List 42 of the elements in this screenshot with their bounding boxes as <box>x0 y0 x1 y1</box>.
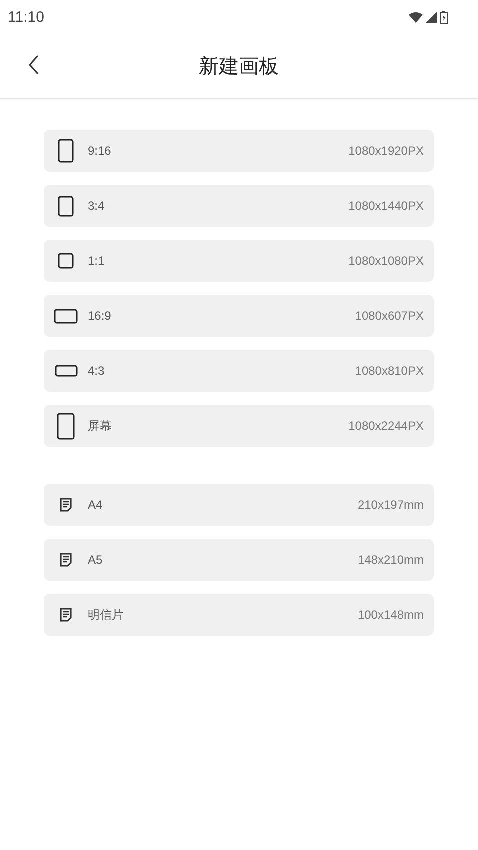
option-label: 明信片 <box>88 606 125 624</box>
status-time: 11:10 <box>8 8 44 26</box>
option-label: 4:3 <box>88 364 106 378</box>
frame-icon <box>58 139 74 163</box>
option-dimensions: 148x210mm <box>358 553 424 567</box>
option-label: 1:1 <box>88 254 106 268</box>
back-icon <box>28 55 40 75</box>
option-dimensions: 100x148mm <box>358 608 424 622</box>
option-dimensions: 210x197mm <box>358 498 424 512</box>
frame-icon <box>58 253 74 269</box>
document-icon <box>60 498 72 512</box>
option-label: A5 <box>88 553 104 567</box>
option-dimensions: 1080x1920PX <box>348 144 424 158</box>
canvas-size-option[interactable]: 1:1 1080x1080PX <box>44 240 434 282</box>
canvas-size-option[interactable]: 4:3 1080x810PX <box>44 350 434 392</box>
option-label: 屏幕 <box>88 418 113 434</box>
option-dimensions: 1080x1080PX <box>348 254 424 268</box>
option-dimensions: 1080x810PX <box>355 364 424 378</box>
document-icon <box>60 553 72 567</box>
canvas-size-option[interactable]: 16:9 1080x607PX <box>44 295 434 337</box>
option-label: 3:4 <box>88 199 106 213</box>
canvas-size-option[interactable]: 屏幕 1080x2244PX <box>44 405 434 447</box>
option-dimensions: 1080x607PX <box>355 309 424 323</box>
signal-icon <box>426 12 437 22</box>
canvas-size-option[interactable]: 9:16 1080x1920PX <box>44 130 434 172</box>
option-dimensions: 1080x1440PX <box>348 199 424 213</box>
canvas-size-option[interactable]: 3:4 1080x1440PX <box>44 185 434 227</box>
battery-icon <box>440 10 448 24</box>
option-label: A4 <box>88 498 104 512</box>
canvas-size-option[interactable]: A4 210x197mm <box>44 484 434 526</box>
option-label: 9:16 <box>88 144 112 158</box>
frame-icon <box>57 412 75 440</box>
document-icon <box>60 608 72 622</box>
wifi-icon <box>409 12 423 22</box>
frame-icon <box>54 365 78 377</box>
option-dimensions: 1080x2244PX <box>348 419 424 433</box>
canvas-size-option[interactable]: A5 148x210mm <box>44 539 434 581</box>
page-title: 新建画板 <box>199 52 279 80</box>
option-label: 16:9 <box>88 309 112 323</box>
canvas-size-option[interactable]: 明信片 100x148mm <box>44 594 434 636</box>
frame-icon <box>58 196 74 216</box>
frame-icon <box>54 308 78 324</box>
